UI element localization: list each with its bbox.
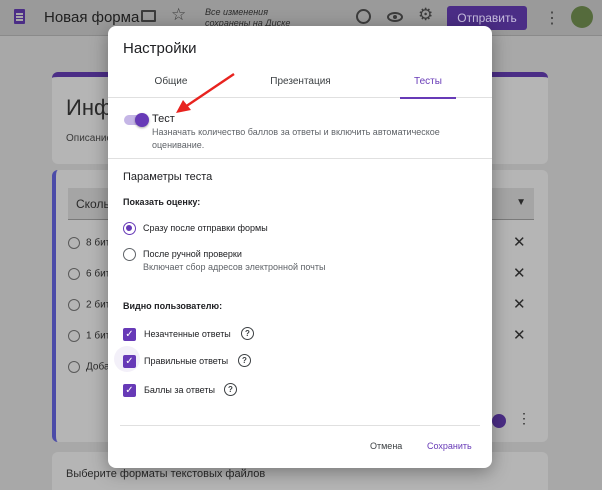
form-title[interactable]: Новая форма: [44, 9, 139, 26]
radio-icon: [68, 237, 80, 249]
visible-to-user-heading: Видно пользователю:: [123, 301, 223, 311]
option-row: 2 бит: [68, 299, 110, 311]
close-icon[interactable]: ✕: [513, 326, 526, 344]
radio-icon: [68, 268, 80, 280]
radio-label: Сразу после отправки формы: [143, 223, 268, 233]
avatar[interactable]: [571, 6, 593, 28]
more-vert-icon[interactable]: ⋮: [517, 410, 531, 427]
form-description: Описание: [66, 133, 113, 144]
radio-checked-icon: [123, 222, 136, 235]
folder-icon[interactable]: [141, 10, 156, 22]
tab-quizzes[interactable]: Тесты: [400, 70, 456, 99]
dialog-title: Настройки: [123, 40, 197, 57]
radio-icon: [68, 361, 80, 373]
toggle-knob: [135, 113, 149, 127]
more-vert-icon[interactable]: ⋮: [544, 8, 560, 28]
palette-icon[interactable]: [356, 9, 371, 24]
option-row: 6 бит: [68, 268, 110, 280]
tab-presentation[interactable]: Презентация: [258, 70, 343, 98]
radio-sublabel: Включает сбор адресов электронной почты: [143, 262, 326, 272]
help-icon[interactable]: ?: [224, 383, 237, 396]
cancel-button[interactable]: Отмена: [370, 441, 402, 451]
option-label: Доба: [86, 361, 110, 373]
radio-icon: [68, 330, 80, 342]
star-icon[interactable]: ☆: [171, 5, 186, 25]
checkbox-label: Незачтенные ответы: [144, 329, 231, 339]
footer-divider: [120, 425, 480, 426]
quiz-params-title: Параметры теста: [123, 171, 213, 183]
option-label: 8 бит: [86, 237, 111, 249]
option-label: 1 бит: [86, 330, 111, 342]
show-grade-heading: Показать оценку:: [123, 197, 201, 207]
save-button[interactable]: Сохранить: [427, 441, 472, 451]
tab-general[interactable]: Общие: [136, 70, 206, 98]
close-icon[interactable]: ✕: [513, 264, 526, 282]
tab-quizzes-label: Тесты: [414, 76, 442, 87]
option-label: 2 бит: [86, 299, 111, 311]
radio-icon: [68, 299, 80, 311]
add-option-row: Доба: [68, 361, 110, 373]
radio-label: После ручной проверки: [143, 249, 242, 259]
checkbox-checked-icon: ✓: [123, 384, 136, 397]
close-icon[interactable]: ✕: [513, 233, 526, 251]
checkbox-label: Правильные ответы: [144, 356, 229, 366]
option-row: 8 бит: [68, 237, 110, 249]
checkbox-checked-icon: ✓: [123, 355, 136, 368]
checkbox-label: Баллы за ответы: [144, 385, 215, 395]
settings-tabs: Общие Презентация Тесты: [108, 70, 492, 99]
required-toggle[interactable]: [492, 414, 506, 428]
help-icon[interactable]: ?: [241, 327, 254, 340]
option-row: 1 бит: [68, 330, 110, 342]
preview-eye-icon[interactable]: [387, 12, 403, 22]
quiz-toggle[interactable]: [122, 113, 149, 127]
form-heading: Инф: [66, 95, 113, 120]
help-icon[interactable]: ?: [238, 354, 251, 367]
close-icon[interactable]: ✕: [513, 295, 526, 313]
question-title: Выберите форматы текстовых файлов: [66, 468, 266, 480]
checkbox-checked-icon: ✓: [123, 328, 136, 341]
quiz-toggle-label: Тест: [152, 113, 175, 125]
caret-down-icon: ▼: [516, 197, 526, 208]
settings-gear-icon[interactable]: ⚙: [418, 5, 433, 25]
settings-dialog: Настройки Общие Презентация Тесты Тест Н…: [108, 26, 492, 468]
option-label: 6 бит: [86, 268, 111, 280]
forms-logo-icon[interactable]: [14, 9, 25, 24]
quiz-toggle-section: Тест Назначать количество баллов за отве…: [108, 99, 492, 159]
radio-unchecked-icon: [123, 248, 136, 261]
quiz-toggle-description: Назначать количество баллов за ответы и …: [152, 127, 440, 150]
